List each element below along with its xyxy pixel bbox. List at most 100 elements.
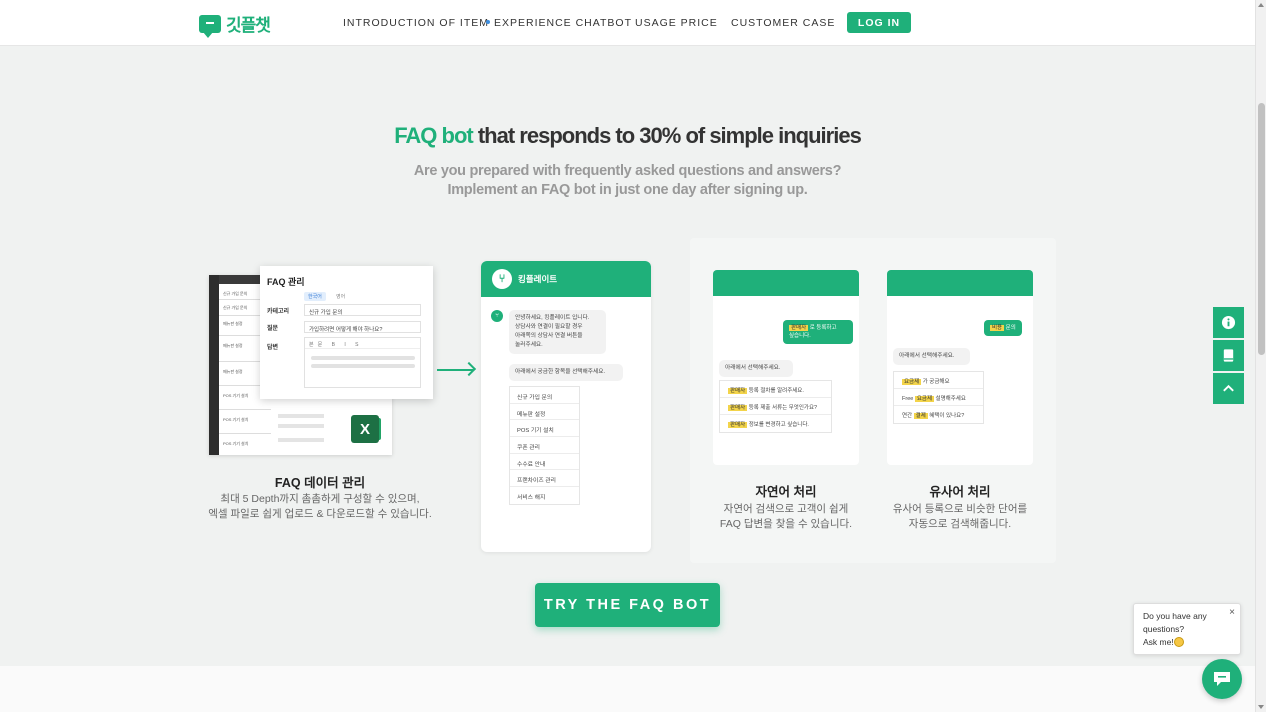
nlp-user-text: 로 등록하고 bbox=[808, 325, 837, 331]
greeting-line: 아래쪽의 상담사 연결 버튼을 bbox=[515, 333, 583, 339]
book-icon bbox=[1223, 349, 1234, 362]
nav-usage-price[interactable]: USAGE PRICE bbox=[635, 17, 718, 29]
chatbot-preview: ⑂ 킹플레이트 ⑂ 안녕하세요, 킹플레이트 입니다. 상담사와 연결이 필요할… bbox=[481, 261, 651, 552]
synonym-chat-header bbox=[887, 270, 1033, 296]
synonym-desc: 유사어 등록으로 비슷한 단어를 자동으로 검색해줍니다. bbox=[874, 502, 1046, 532]
hero-subtitle: Are you prepared with frequently asked q… bbox=[0, 162, 1255, 200]
bot-avatar-icon: ⑂ bbox=[491, 310, 503, 322]
option-prefix: 연간 bbox=[902, 413, 914, 419]
synonym-user-bubble: 비용 문의 bbox=[984, 320, 1022, 336]
login-button[interactable]: LOG IN bbox=[847, 12, 911, 33]
tooltip-line3-wrap: Ask me! bbox=[1143, 636, 1231, 649]
hero-subtitle-line2: Implement an FAQ bot in just one day aft… bbox=[447, 182, 808, 198]
nlp-chat-preview: 판매자 로 등록하고 싶습니다. 아래에서 선택해주세요. 판매자 등록 절차를… bbox=[713, 270, 859, 465]
hero-title-accent: FAQ bot bbox=[394, 123, 474, 148]
faq-panel-title: FAQ 관리 bbox=[267, 277, 305, 287]
synonym-option-list: 요금제 가 궁금해요 Free 요금제 설명해주세요 연간 결제 혜택이 있나요… bbox=[893, 371, 984, 424]
synonym-user-highlight: 비용 bbox=[990, 325, 1005, 331]
sheet-cell: POS 기기 설치 bbox=[223, 393, 249, 398]
prompt-bubble: 아래에서 궁금한 항목을 선택해주세요. bbox=[509, 364, 623, 381]
nlp-prompt-bubble: 아래에서 선택해주세요. bbox=[719, 360, 793, 377]
chat-option[interactable]: 수수료 안내 bbox=[510, 454, 579, 471]
sheet-row-numbers bbox=[209, 275, 219, 455]
sheet-cell: 신규 가입 문의 bbox=[223, 291, 248, 296]
smile-emoji-icon bbox=[1173, 637, 1184, 647]
synonym-option[interactable]: Free 요금제 설명해주세요 bbox=[894, 389, 983, 406]
guide-button[interactable] bbox=[1213, 340, 1244, 371]
synonym-user-text: 문의 bbox=[1004, 325, 1016, 331]
hero-title: FAQ bot that responds to 30% of simple i… bbox=[0, 123, 1255, 149]
faq-data-desc-line2: 엑셀 파일로 쉽게 업로드 & 다운로드할 수 있습니다. bbox=[208, 508, 432, 520]
greeting-bubble: 안녕하세요, 킹플레이트 입니다. 상담사와 연결이 필요할 경우 아래쪽의 상… bbox=[509, 310, 606, 354]
nlp-desc-line1: 자연어 검색으로 고객이 쉽게 bbox=[723, 503, 849, 515]
nlp-desc: 자연어 검색으로 고객이 쉽게 FAQ 답변을 찾을 수 있습니다. bbox=[700, 502, 872, 532]
chat-option[interactable]: 서비스 해지 bbox=[510, 487, 579, 504]
nlp-option[interactable]: 판매자 등록 절차를 알려주세요. bbox=[720, 381, 831, 398]
option-text: 정보를 변경하고 싶습니다. bbox=[747, 422, 809, 428]
hero-title-rest: that responds to 30% of simple inquiries bbox=[472, 123, 862, 148]
synonym-prompt-bubble: 아래에서 선택해주세요. bbox=[893, 348, 970, 365]
sheet-cell: POS 기기 설치 bbox=[223, 441, 249, 446]
option-text: 등록 절차를 알려주세요. bbox=[747, 388, 804, 394]
scroll-top-button[interactable] bbox=[1213, 373, 1244, 404]
chat-option[interactable]: 메뉴판 설정 bbox=[510, 404, 579, 421]
option-highlight: 결제 bbox=[913, 413, 928, 419]
site-header: 깃플챗 INTRODUCTION OF ITEM EXPERIENCE CHAT… bbox=[0, 0, 1255, 46]
sheet-cell: 신규 가입 문의 bbox=[223, 305, 248, 310]
scrollbar-thumb[interactable] bbox=[1258, 103, 1265, 355]
page-scrollbar[interactable] bbox=[1255, 0, 1266, 712]
chat-bot-name: 킹플레이트 bbox=[518, 274, 558, 284]
scroll-down-arrow-icon[interactable] bbox=[1258, 705, 1264, 709]
scroll-up-arrow-icon[interactable] bbox=[1258, 3, 1264, 7]
tooltip-line2: questions? bbox=[1143, 624, 1185, 634]
sheet-placeholder-line bbox=[278, 424, 324, 428]
chat-icon bbox=[1214, 672, 1230, 686]
tooltip-close-button[interactable]: × bbox=[1229, 606, 1235, 619]
chat-option-list: 신규 가입 문의 메뉴판 설정 POS 기기 설치 쿠폰 관리 수수료 안내 프… bbox=[509, 386, 580, 505]
try-faq-bot-button[interactable]: TRY THE FAQ BOT bbox=[535, 583, 720, 627]
chat-option[interactable]: 프랜차이즈 관리 bbox=[510, 470, 579, 488]
greeting-line: 상담사와 연결이 필요할 경우 bbox=[515, 324, 583, 330]
faq-label-question: 질문 bbox=[267, 326, 279, 332]
greeting-line: 안녕하세요, 킹플레이트 입니다. bbox=[515, 315, 590, 321]
chat-option[interactable]: POS 기기 설치 bbox=[510, 420, 579, 438]
synonym-option[interactable]: 연간 결제 혜택이 있나요? bbox=[894, 406, 983, 423]
faq-placeholder-line bbox=[311, 356, 415, 360]
nlp-desc-line2: FAQ 답변을 찾을 수 있습니다. bbox=[719, 518, 853, 530]
info-button[interactable] bbox=[1213, 307, 1244, 338]
chat-tooltip: × Do you have any questions? Ask me! bbox=[1133, 603, 1241, 655]
faq-placeholder-line bbox=[311, 364, 415, 368]
logo[interactable]: 깃플챗 bbox=[199, 11, 271, 38]
chat-header: ⑂ 킹플레이트 bbox=[481, 261, 651, 297]
arrow-up-icon bbox=[1223, 384, 1234, 392]
synonym-desc-line2: 자동으로 검색해줍니다. bbox=[908, 518, 1012, 530]
nlp-option[interactable]: 판매자 등록 제출 서류는 무엇인가요? bbox=[720, 398, 831, 415]
option-highlight: 판매자 bbox=[728, 405, 748, 411]
option-text: 설명해주세요 bbox=[934, 396, 966, 402]
tooltip-line1: Do you have any bbox=[1143, 611, 1207, 621]
sheet-placeholder-line bbox=[278, 414, 324, 418]
nav-experience-chatbot[interactable]: EXPERIENCE CHATBOT bbox=[486, 17, 632, 29]
logo-chat-icon bbox=[199, 14, 221, 38]
hero-subtitle-line1: Are you prepared with frequently asked q… bbox=[413, 163, 842, 179]
faq-management-panel: FAQ 관리 한국어 영어 카테고리 질문 답변 신규 가입 문의 가입하려면 … bbox=[260, 266, 433, 399]
faq-answer-editor: 본문 B I S bbox=[304, 337, 421, 388]
nlp-chat-header bbox=[713, 270, 859, 296]
option-highlight: 요금제 bbox=[902, 379, 922, 385]
nav-customer-case[interactable]: CUSTOMER CASE bbox=[731, 17, 835, 29]
synonym-title: 유사어 처리 bbox=[929, 485, 991, 499]
chat-option[interactable]: 신규 가입 문의 bbox=[510, 387, 579, 404]
sheet-cell: 메뉴판 설정 bbox=[223, 343, 243, 348]
nlp-user-bubble: 판매자 로 등록하고 싶습니다. bbox=[783, 320, 853, 344]
nav-introduction[interactable]: INTRODUCTION OF ITEM bbox=[343, 17, 489, 29]
chat-option[interactable]: 쿠폰 관리 bbox=[510, 437, 579, 454]
synonym-option[interactable]: 요금제 가 궁금해요 bbox=[894, 372, 983, 389]
faq-editor-toolbar: 본문 B I S bbox=[305, 338, 420, 349]
faq-data-desc: 최대 5 Depth까지 촘촘하게 구성할 수 있으며, 엑셀 파일로 쉽게 업… bbox=[196, 492, 444, 522]
nlp-option[interactable]: 판매자 정보를 변경하고 싶습니다. bbox=[720, 415, 831, 432]
logo-text: 깃플챗 bbox=[226, 16, 271, 35]
info-icon bbox=[1221, 315, 1236, 330]
chat-launcher-button[interactable] bbox=[1202, 659, 1242, 699]
faq-question-field: 가입하려면 어떻게 해야 하나요? bbox=[304, 321, 421, 333]
nlp-option-list: 판매자 등록 절차를 알려주세요. 판매자 등록 제출 서류는 무엇인가요? 판… bbox=[719, 380, 832, 433]
